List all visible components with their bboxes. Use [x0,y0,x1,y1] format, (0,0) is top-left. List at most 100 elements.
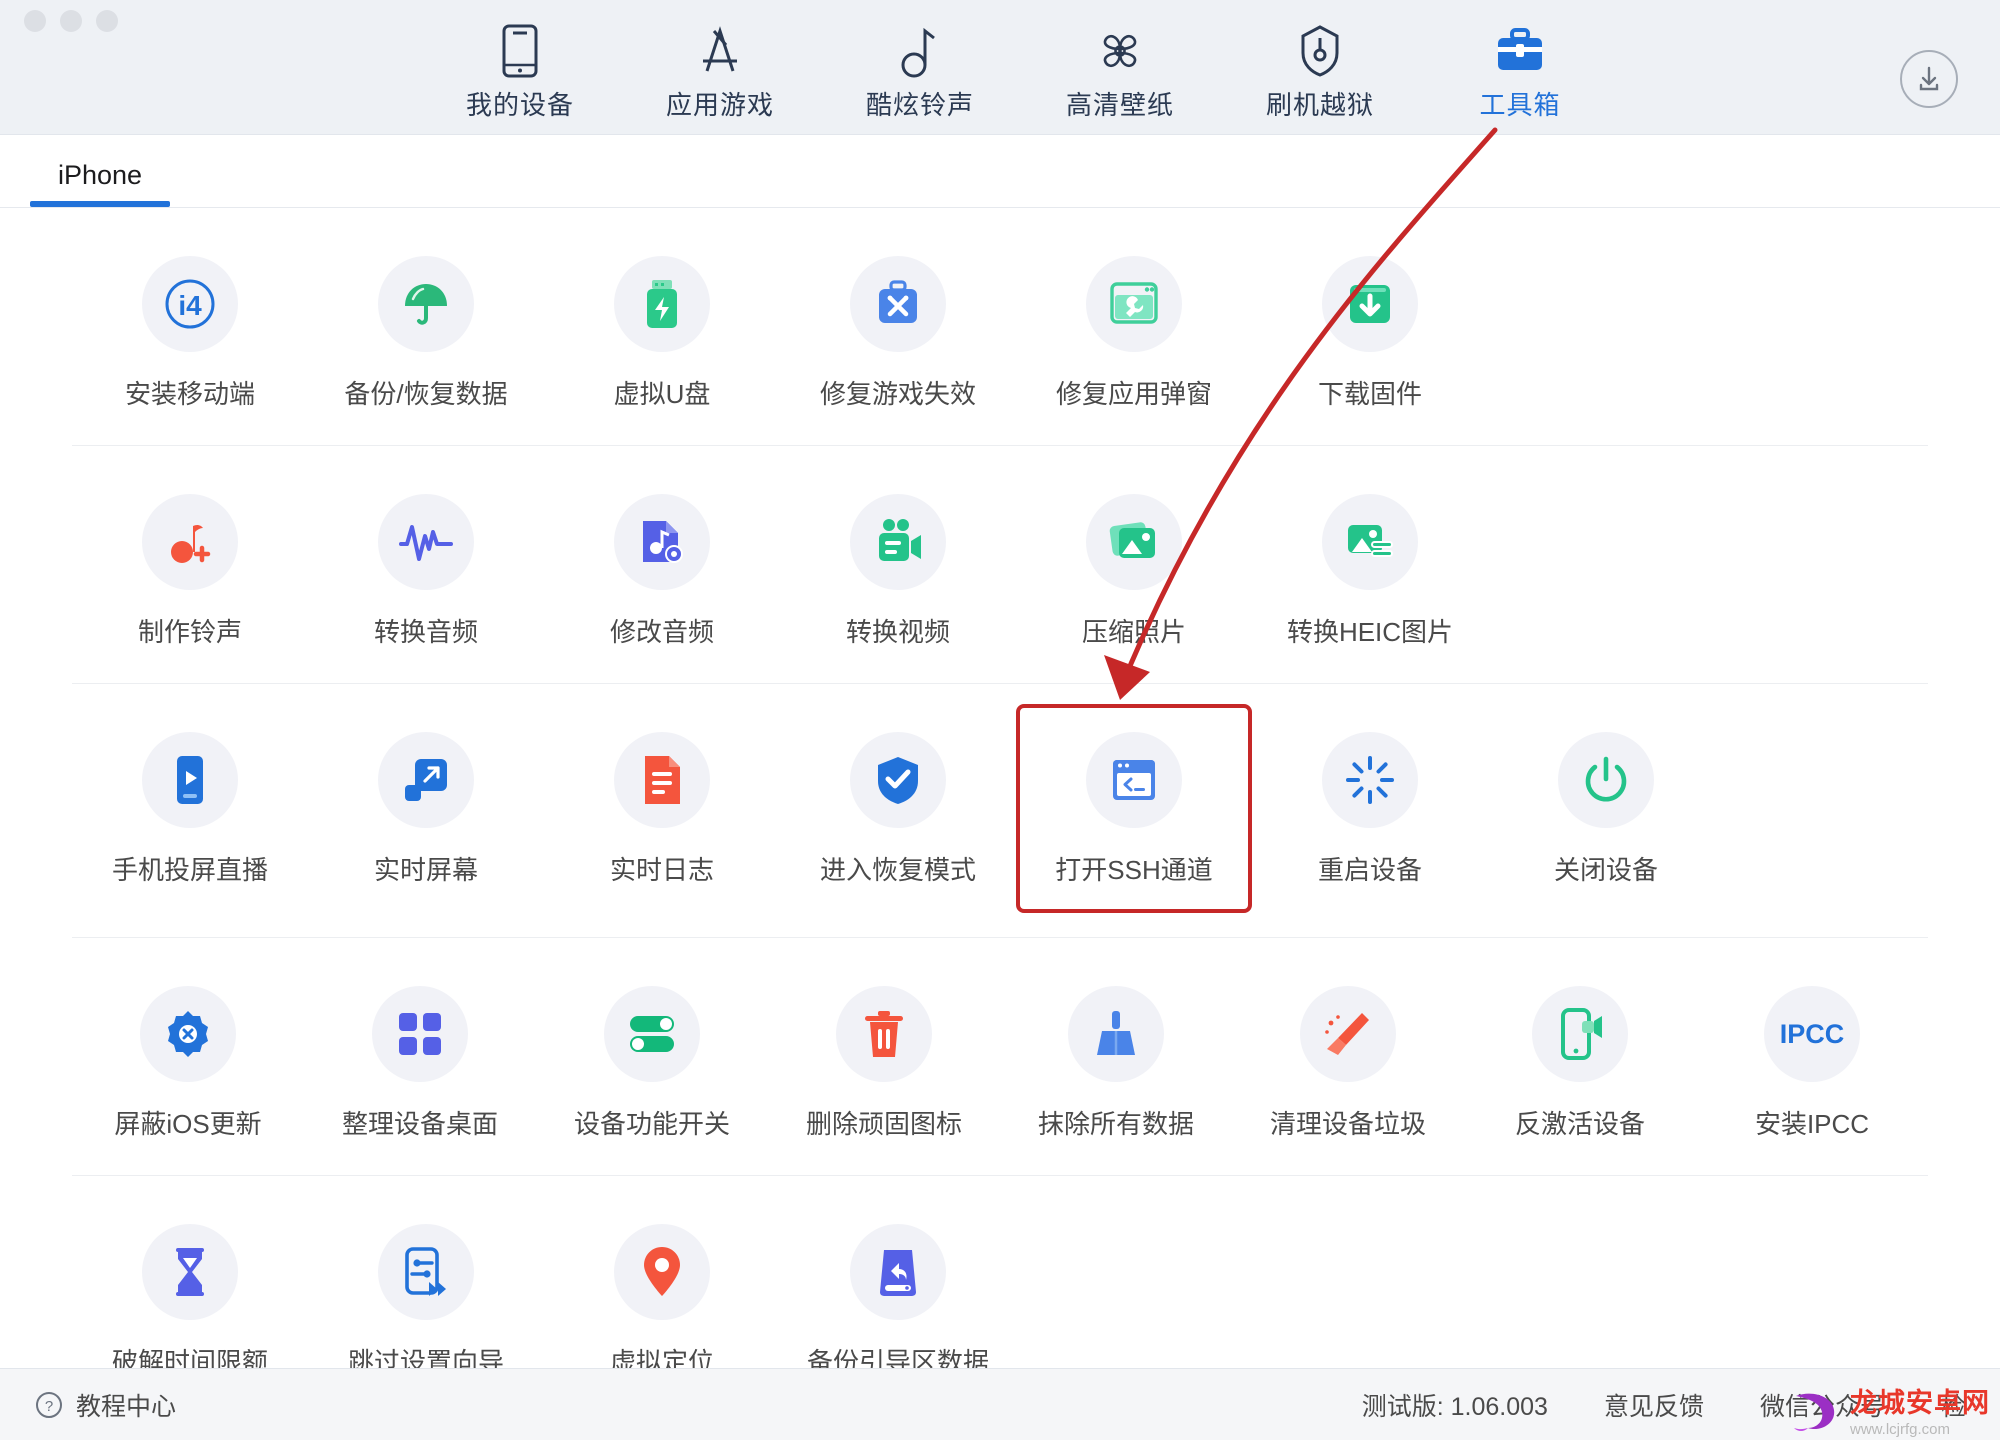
tool-convert-video[interactable]: 转换视频 [780,480,1016,659]
tool-label: 实时日志 [609,855,714,885]
tool-convert-heic[interactable]: 转换HEIC图片 [1252,480,1488,659]
tool-install-mobile[interactable]: i4 安装移动端 [72,242,308,421]
tool-block-ios-update[interactable]: 屏蔽iOS更新 [72,972,304,1151]
svg-text:i4: i4 [178,290,202,321]
appstore-icon [695,23,745,79]
tool-convert-audio[interactable]: 转换音频 [308,480,544,659]
footer-links: 测试版: 1.06.003 意见反馈 微信公众号 检 [1362,1387,1966,1423]
trash-icon [836,986,932,1082]
tool-label: 安装移动端 [124,379,255,409]
footer-link-wechat[interactable]: 微信公众号 [1760,1387,1885,1423]
tool-fix-game[interactable]: 修复游戏失效 [780,242,1016,421]
sweep-broom-icon [1300,986,1396,1082]
device-tab-strip: iPhone [0,135,2000,208]
nav-item-my-device[interactable]: 我的设备 [420,13,620,122]
usb-flash-icon [614,256,710,352]
tool-erase-all-data[interactable]: 抹除所有数据 [1000,972,1232,1151]
footer-bar: ? 教程中心 测试版: 1.06.003 意见反馈 微信公众号 检 龙城安卓网 … [0,1368,2000,1440]
gear-block-icon [140,986,236,1082]
tool-label: 修复应用弹窗 [1055,379,1212,409]
tool-shutdown-device[interactable]: 关闭设备 [1488,718,1724,897]
question-circle-icon: ? [36,1391,62,1418]
svg-text:?: ? [45,1398,53,1415]
nav-item-apps-games[interactable]: 应用游戏 [620,13,820,122]
video-camera-icon [850,494,946,590]
disk-restore-icon [850,1224,946,1320]
download-box-icon [1322,256,1418,352]
tutorial-center-link[interactable]: ? 教程中心 [34,1387,176,1423]
tool-label: 进入恢复模式 [819,855,976,885]
tool-label: 实时屏幕 [373,855,478,885]
tool-screen-mirror-live[interactable]: 手机投屏直播 [72,718,308,897]
footer-link-check[interactable]: 检 [1941,1387,1966,1423]
skip-setup-icon [378,1224,474,1320]
tool-recovery-mode[interactable]: 进入恢复模式 [780,718,1016,897]
tool-label: 备份/恢复数据 [344,379,508,409]
tool-clean-device-junk[interactable]: 清理设备垃圾 [1232,972,1464,1151]
tool-backup-restore[interactable]: 备份/恢复数据 [308,242,544,421]
tools-row-4: 屏蔽iOS更新 整理设备桌面 设备功能开关 删除顽固图标 抹除所有数据 清理设备… [72,938,1928,1176]
tool-organize-desktop[interactable]: 整理设备桌面 [304,972,536,1151]
tool-label: 清理设备垃圾 [1269,1109,1426,1139]
tool-download-firmware[interactable]: 下载固件 [1252,242,1488,421]
svg-text:IPCC: IPCC [1780,1019,1845,1049]
tool-edit-audio[interactable]: 修改音频 [544,480,780,659]
footer-link-feedback[interactable]: 意见反馈 [1604,1387,1704,1423]
close-button[interactable] [24,10,46,32]
tool-deactivate-device[interactable]: 反激活设备 [1464,972,1696,1151]
flower-icon [1092,23,1148,79]
nav-item-label: 酷炫铃声 [865,89,974,120]
tool-fix-app-popup[interactable]: 修复应用弹窗 [1016,242,1252,421]
tool-label: 安装IPCC [1754,1109,1870,1139]
tool-backup-boot-data[interactable]: 备份引导区数据 [780,1210,1016,1389]
tool-virtual-location[interactable]: 虚拟定位 [544,1210,780,1389]
tool-label: 整理设备桌面 [341,1109,498,1139]
tool-label: 修改音频 [609,617,714,647]
tab-iphone[interactable]: iPhone [30,160,171,207]
screen-expand-icon [378,732,474,828]
tool-compress-photo[interactable]: 压缩照片 [1016,480,1252,659]
tool-skip-setup-wizard[interactable]: 跳过设置向导 [308,1210,544,1389]
nav-item-toolbox[interactable]: 工具箱 [1420,13,1620,122]
tab-label: iPhone [58,160,143,190]
toggles-icon [604,986,700,1082]
tool-device-feature-switch[interactable]: 设备功能开关 [536,972,768,1151]
download-manager-button[interactable] [1900,50,1958,108]
tool-label: 下载固件 [1317,379,1422,409]
tool-realtime-screen[interactable]: 实时屏幕 [308,718,544,897]
tool-delete-stubborn-icons[interactable]: 删除顽固图标 [768,972,1000,1151]
tool-crack-time-limit[interactable]: 破解时间限额 [72,1210,308,1389]
tool-label: 反激活设备 [1514,1109,1645,1139]
maximize-button[interactable] [96,10,118,32]
tool-virtual-usb[interactable]: 虚拟U盘 [544,242,780,421]
tutorial-center-label: 教程中心 [76,1392,177,1421]
power-icon [1558,732,1654,828]
tool-make-ringtone[interactable]: 制作铃声 [72,480,308,659]
tool-install-ipcc[interactable]: IPCC 安装IPCC [1696,972,1928,1151]
nav-item-wallpapers[interactable]: 高清壁纸 [1020,13,1220,122]
tool-restart-device[interactable]: 重启设备 [1252,718,1488,897]
tool-label: 虚拟U盘 [613,379,711,409]
tool-open-ssh-tunnel[interactable]: 打开SSH通道 [1016,704,1252,913]
restart-spinner-icon [1322,732,1418,828]
toolbox-wrench-icon [850,256,946,352]
tool-label: 打开SSH通道 [1055,855,1213,885]
broom-icon [1068,986,1164,1082]
grid-squares-icon [372,986,468,1082]
tool-realtime-log[interactable]: 实时日志 [544,718,780,897]
tool-label: 制作铃声 [137,617,242,647]
tool-label: 修复游戏失效 [819,379,976,409]
log-file-icon [614,732,710,828]
version-label: 测试版: 1.06.003 [1361,1392,1548,1421]
nav-item-jailbreak[interactable]: 刷机越狱 [1220,13,1420,122]
nav-item-label: 我的设备 [465,89,574,120]
tools-row-1: i4 安装移动端 备份/恢复数据 虚拟U盘 修复游戏失效 修复应用弹窗 下载固件 [72,208,1928,446]
audio-file-gear-icon [614,494,710,590]
tools-row-2: 制作铃声 转换音频 修改音频 转换视频 压缩照片 转换HEIC图片 [72,446,1928,684]
app-window: 我的设备 应用游戏 酷炫铃声 高清壁纸 刷机越狱 工具箱 iPhone i4 安… [0,0,2000,1440]
photo-convert-icon [1322,494,1418,590]
nav-item-ringtones[interactable]: 酷炫铃声 [820,13,1020,122]
minimize-button[interactable] [60,10,82,32]
tool-label: 删除顽固图标 [805,1109,962,1139]
window-traffic-lights [24,10,118,32]
